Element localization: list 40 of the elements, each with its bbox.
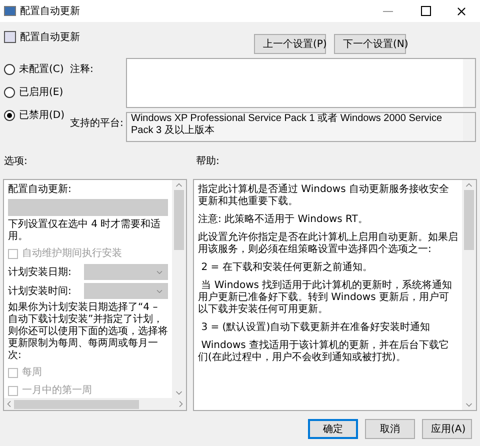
options-label: 选项: <box>4 154 28 169</box>
vertical-scrollbar[interactable] <box>463 113 475 141</box>
app-icon <box>4 6 16 16</box>
help-paragraph: 指定此计算机是否通过 Windows 自动更新服务接收安全更新和其他重要下载。 <box>198 184 450 208</box>
maximize-icon[interactable] <box>421 6 431 16</box>
scrollbar-thumb[interactable] <box>464 190 474 250</box>
option-text: 配置自动更新: <box>8 184 72 196</box>
help-paragraph: Windows 查找适用于该计算机的更新，并在后台下载它们(在此过程中，用户不会收到通知或被打扰)。 <box>198 340 450 364</box>
dropdown-label: 计划安装日期: <box>8 266 72 280</box>
radio-option[interactable]: 已启用(E) <box>4 85 66 100</box>
option-text: 如果你为计划安装日期选择了“4 – 自动下载计划安装”并指定了计划，则你还可以使用下面的选项，选择将更新限制为每周、每两周或每月一次: <box>8 302 168 362</box>
horizontal-scrollbar[interactable] <box>4 398 186 410</box>
minimize-icon[interactable] <box>383 10 393 12</box>
scrollbar-thumb[interactable] <box>14 400 139 408</box>
dialog-button[interactable]: 确定 <box>308 419 358 439</box>
dialog-button[interactable]: 取消 <box>365 419 415 439</box>
vertical-scrollbar[interactable] <box>462 180 476 410</box>
help-paragraph: 注意: 此策略不适用于 Windows RT。 <box>198 214 369 226</box>
close-icon[interactable] <box>455 4 468 18</box>
policy-title: 配置自动更新 <box>20 30 80 45</box>
help-paragraph: 3 = (默认设置)自动下载更新并在准备好安装时通知 <box>200 322 432 334</box>
option-text: 下列设置仅在选中 4 时才需要和适用。 <box>8 219 162 243</box>
dialog-button[interactable]: 应用(A) <box>422 419 472 439</box>
scrollbar-thumb[interactable] <box>174 190 184 250</box>
comment-field[interactable] <box>126 58 476 108</box>
help-paragraph: 当 Windows 找到适用于此计算机的更新时，系统将通知用户更新已准备好下载。转到 Windows 更新后，用户可以下载并安装任何可用更新。 <box>198 280 454 316</box>
radio-option[interactable]: 未配置(C) <box>4 62 66 77</box>
help-paragraph: 此设置允许你指定是否在此计算机上启用自动更新。如果启用该服务，则必须在组策略设置中选择四个选项之一: <box>198 232 458 256</box>
dropdown-label: 计划安装时间: <box>8 284 72 298</box>
platform-text: Windows XP Professional Service Pack 1 或者 Windows 2000 Service Pack 3 及以上版本 <box>130 113 444 138</box>
platform-label: 支持的平台: <box>70 116 124 131</box>
help-paragraph: 2 = 在下载和安装任何更新之前通知。 <box>200 262 374 274</box>
policy-icon <box>4 31 16 43</box>
window-title: 配置自动更新 <box>20 4 80 18</box>
nav-button[interactable]: 下一个设置(N) <box>334 34 406 54</box>
comment-label: 注释: <box>70 62 94 77</box>
help-label: 帮助: <box>196 154 220 169</box>
vertical-scrollbar[interactable] <box>172 180 186 398</box>
nav-button[interactable]: 上一个设置(P) <box>254 34 326 54</box>
radio-option[interactable]: 已禁用(D) <box>4 108 66 123</box>
